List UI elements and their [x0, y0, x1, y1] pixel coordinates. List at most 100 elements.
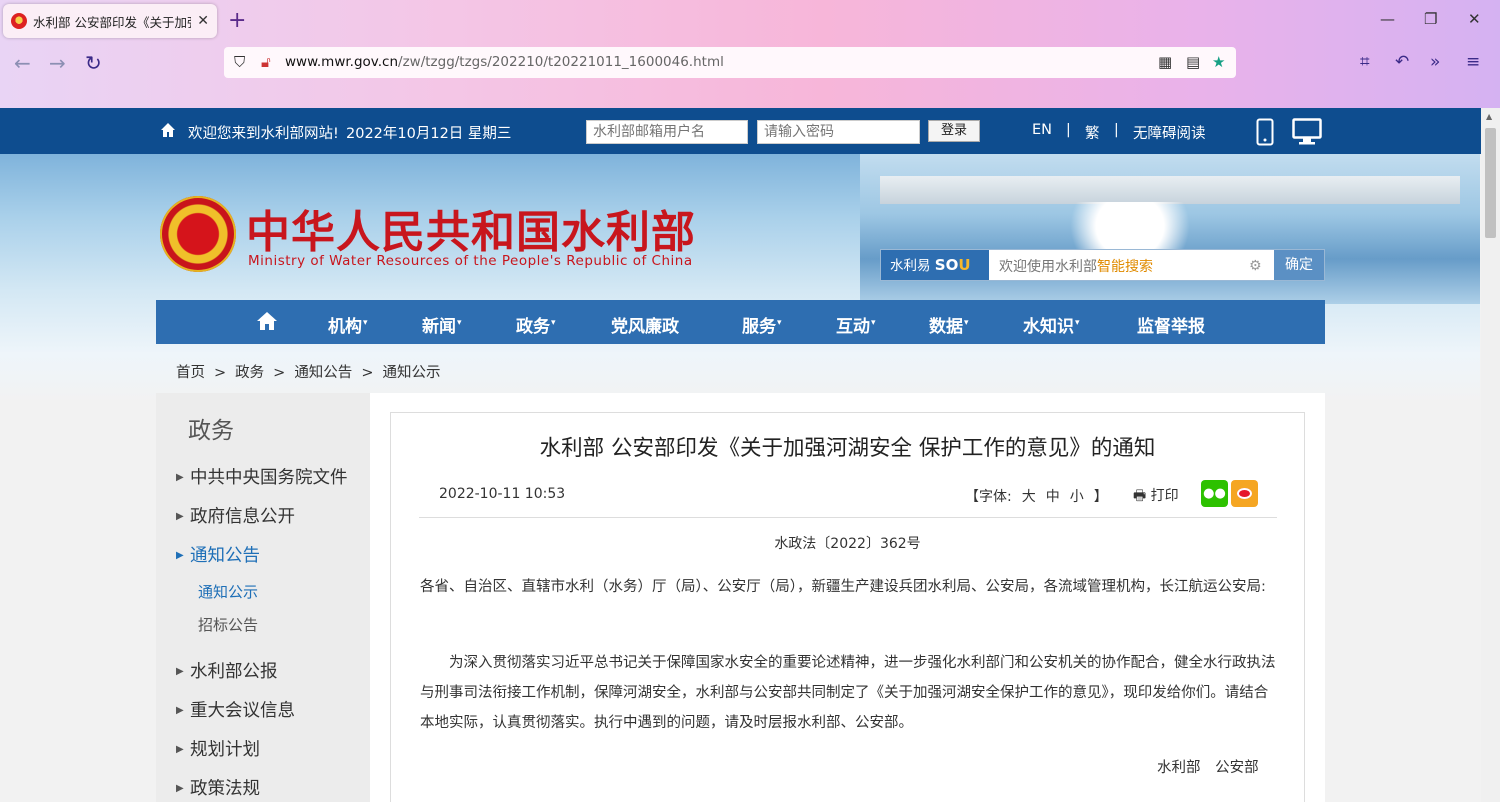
forward-icon[interactable]: →: [49, 51, 66, 75]
search-brand: 水利易 SOU: [881, 250, 989, 280]
article-datetime: 2022-10-11 10:53: [439, 486, 566, 502]
nav-item-water-knowledge[interactable]: 水知识▾: [1023, 312, 1080, 337]
menu-icon[interactable]: ≡: [1466, 52, 1480, 72]
sidebar-title: 政务: [188, 418, 234, 444]
page-scrollbar[interactable]: ▲: [1481, 108, 1500, 802]
triangle-right-icon: ▶: [176, 472, 184, 483]
font-large-button[interactable]: 大: [1022, 489, 1036, 505]
font-small-button[interactable]: 小: [1070, 489, 1084, 505]
reload-icon[interactable]: ↻: [85, 51, 102, 75]
article: 水利部 公安部印发《关于加强河湖安全 保护工作的意见》的通知 2022-10-1…: [390, 412, 1305, 802]
font-medium-button[interactable]: 中: [1046, 489, 1060, 505]
article-signature: 水利部 公安部: [1157, 760, 1259, 776]
font-size-control: 【字体: 大中小】: [965, 489, 1108, 505]
site-search: 水利易 SOU 欢迎使用水利部智能搜索 ⚙ 确定: [880, 249, 1325, 281]
current-date: 2022年10月12日 星期三: [346, 126, 512, 142]
sidebar-subitem-tenders[interactable]: 招标公告: [198, 614, 258, 635]
close-window-icon[interactable]: ✕: [1468, 10, 1481, 28]
breadcrumb: 首页 > 政务 > 通知公告 > 通知公示: [176, 361, 449, 382]
breadcrumb-announcements[interactable]: 通知公示: [382, 365, 440, 381]
nav-item-supervision-report[interactable]: 监督举报: [1137, 312, 1206, 337]
print-button[interactable]: 🖶︎ 打印: [1133, 485, 1179, 509]
breadcrumb-notices[interactable]: 通知公告: [294, 365, 352, 381]
site-title-english: Ministry of Water Resources of the Peopl…: [248, 253, 693, 269]
sidebar-item-central-documents[interactable]: ▶ 中共中央国务院文件: [176, 464, 348, 489]
mobile-icon[interactable]: [1256, 118, 1274, 146]
search-input[interactable]: 欢迎使用水利部智能搜索: [999, 256, 1153, 276]
insecure-lock-icon[interactable]: 🔓︎: [261, 53, 271, 71]
site-topbar: 欢迎您来到水利部网站! 2022年10月12日 星期三 登录 EN | 繁 | …: [0, 108, 1500, 154]
bookmark-star-icon[interactable]: ★: [1212, 53, 1225, 71]
sidebar-item-notices[interactable]: ▶ 通知公告: [176, 542, 260, 567]
shield-icon[interactable]: ⛉: [234, 53, 245, 71]
sidebar-item-major-meetings[interactable]: ▶ 重大会议信息: [176, 697, 295, 722]
triangle-right-icon: ▶: [176, 511, 184, 522]
triangle-right-icon: ▶: [176, 705, 184, 716]
gear-icon[interactable]: ⚙: [1249, 258, 1262, 274]
nav-item-news[interactable]: 新闻▾: [422, 312, 462, 337]
sidebar-subitem-announcements[interactable]: 通知公示: [198, 581, 258, 602]
more-tools-icon[interactable]: »: [1430, 52, 1440, 72]
scroll-up-icon[interactable]: ▲: [1486, 112, 1492, 121]
desktop-icon[interactable]: [1292, 118, 1322, 146]
sidebar-item-planning[interactable]: ▶ 规划计划: [176, 736, 260, 761]
tab-close-icon[interactable]: ✕: [197, 13, 209, 29]
url-host: www.mwr.gov.cn: [285, 54, 399, 70]
reader-view-icon[interactable]: ▤: [1186, 53, 1200, 71]
separator: |: [1066, 122, 1071, 138]
triangle-right-icon: ▶: [176, 666, 184, 677]
tab-strip: 水利部 公安部印发《关于加强河... ✕ + — ❐ ✕: [0, 0, 1500, 42]
minimize-icon[interactable]: —: [1380, 10, 1395, 28]
login-button[interactable]: 登录: [928, 120, 980, 142]
password-input[interactable]: [757, 120, 920, 144]
new-tab-icon[interactable]: +: [228, 8, 246, 33]
nav-item-integrity[interactable]: 党风廉政: [611, 312, 680, 337]
nav-home-icon[interactable]: [256, 311, 278, 331]
sidebar-item-info-disclosure[interactable]: ▶ 政府信息公开: [176, 503, 295, 528]
qr-code-icon[interactable]: ▦: [1158, 53, 1172, 71]
triangle-right-icon: ▶: [176, 783, 184, 794]
triangle-right-icon: ▶: [176, 744, 184, 755]
dam-wall: [880, 176, 1460, 204]
browser-tab[interactable]: 水利部 公安部印发《关于加强河... ✕: [3, 4, 217, 38]
home-icon[interactable]: [160, 122, 176, 138]
tab-title: 水利部 公安部印发《关于加强河...: [33, 14, 191, 30]
breadcrumb-separator: >: [273, 365, 286, 381]
english-link[interactable]: EN: [1032, 122, 1052, 138]
document-number: 水政法〔2022〕362号: [774, 536, 921, 552]
breadcrumb-home[interactable]: 首页: [176, 365, 205, 381]
username-input[interactable]: [586, 120, 748, 144]
screenshot-crop-icon[interactable]: ⌗: [1360, 52, 1370, 72]
restore-icon[interactable]: ❐: [1424, 10, 1437, 28]
scrollbar-thumb[interactable]: [1485, 128, 1496, 238]
content-area: 水利部 公安部印发《关于加强河湖安全 保护工作的意见》的通知 2022-10-1…: [370, 393, 1325, 802]
wechat-share-icon[interactable]: ●●: [1201, 480, 1228, 507]
breadcrumb-separator: >: [361, 365, 374, 381]
site-favicon-icon: [11, 13, 27, 29]
traditional-chinese-link[interactable]: 繁: [1085, 122, 1100, 143]
sidebar-item-bulletin[interactable]: ▶ 水利部公报: [176, 658, 278, 683]
breadcrumb-government-affairs[interactable]: 政务: [235, 365, 264, 381]
sidebar: 政务 ▶ 中共中央国务院文件 ▶ 政府信息公开 ▶ 通知公告 通知公示 招标公告 ▶ 水…: [156, 393, 370, 802]
nav-item-institution[interactable]: 机构▾: [328, 312, 368, 337]
site-title: 中华人民共和国水利部: [246, 207, 696, 258]
address-bar[interactable]: ⛉ 🔓︎ www.mwr.gov.cn/zw/tzgg/tzgs/202210/…: [224, 47, 1236, 78]
nav-item-services[interactable]: 服务▾: [742, 312, 782, 337]
nav-item-interaction[interactable]: 互动▾: [836, 312, 876, 337]
separator: |: [1114, 122, 1119, 138]
undo-icon[interactable]: ↶: [1395, 52, 1409, 72]
main-navigation: 机构▾ 新闻▾ 政务▾ 党风廉政 服务▾ 互动▾ 数据▾ 水知识▾ 监督举报: [156, 300, 1325, 344]
nav-item-data[interactable]: 数据▾: [929, 312, 969, 337]
sidebar-item-policies[interactable]: ▶ 政策法规: [176, 775, 260, 800]
back-icon[interactable]: ←: [14, 51, 31, 75]
browser-chrome: 水利部 公安部印发《关于加强河... ✕ + — ❐ ✕ ← → ↻ ⛉ 🔓︎ …: [0, 0, 1500, 108]
article-recipients: 各省、自治区、直辖市水利（水务）厅（局）、公安厅（局），新疆生产建设兵团水利局、…: [420, 579, 1266, 595]
nav-item-government-affairs[interactable]: 政务▾: [516, 312, 556, 337]
search-submit-button[interactable]: 确定: [1274, 250, 1324, 280]
url-text[interactable]: www.mwr.gov.cn/zw/tzgg/tzgs/202210/t2022…: [285, 54, 724, 70]
accessibility-link[interactable]: 无障碍阅读: [1133, 122, 1206, 143]
article-meta: 2022-10-11 10:53 【字体: 大中小】 🖶︎ 打印 ●●: [419, 472, 1277, 518]
weibo-share-icon[interactable]: [1231, 480, 1258, 507]
article-body: 为深入贯彻落实习近平总书记关于保障国家水安全的重要论述精神，进一步强化水利部门和…: [420, 655, 1276, 731]
article-title: 水利部 公安部印发《关于加强河湖安全 保护工作的意见》的通知: [539, 436, 1156, 461]
